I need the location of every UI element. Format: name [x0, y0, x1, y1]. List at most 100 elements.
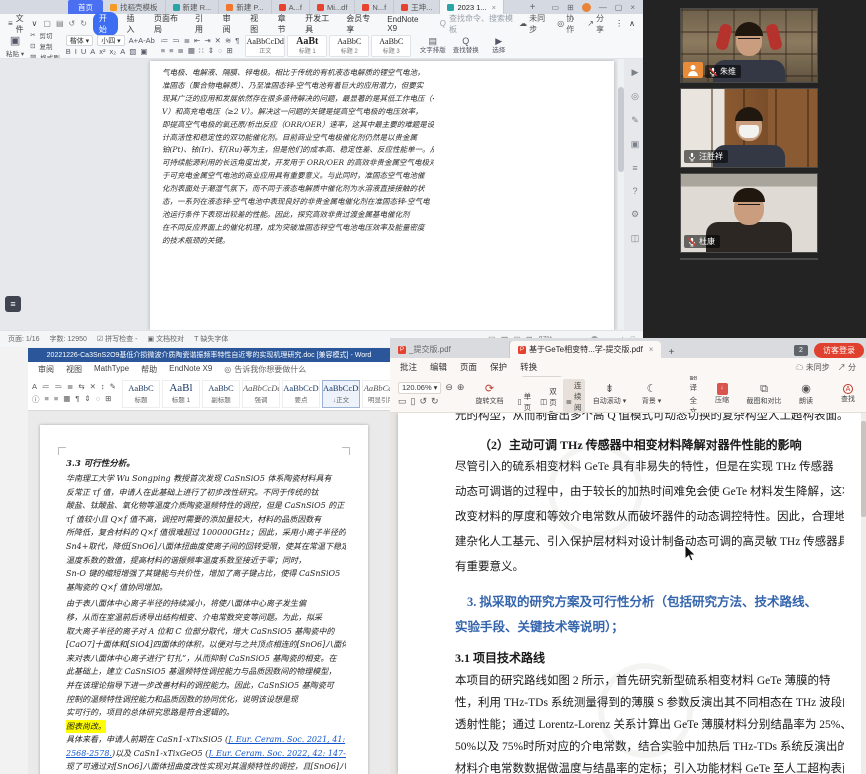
video-tile[interactable]: 张博涵 — [680, 258, 818, 260]
ribbon-tab[interactable]: 引用 — [189, 12, 215, 36]
side-tool-icon[interactable]: ▣ — [631, 139, 640, 150]
read-aloud-button[interactable]: ◉ 朗读 — [789, 383, 823, 406]
outline-pane-button[interactable]: ≡ — [5, 296, 21, 312]
word-style-preset[interactable]: AaBl 标题 1 — [162, 380, 200, 408]
format-icon[interactable]: x² — [99, 47, 105, 56]
new-tab-button[interactable]: + — [661, 347, 681, 358]
full-translate-button[interactable]: 全文翻译 — [690, 395, 698, 413]
word-ribbon-icon[interactable]: ✎ — [110, 382, 116, 391]
ribbon-tab[interactable]: 视图 — [244, 12, 270, 36]
side-tool-icon[interactable]: ✎ — [631, 115, 639, 126]
share-button[interactable]: ↗ 分 — [838, 362, 856, 373]
style-preset[interactable]: AaBt 标题 1 — [287, 35, 327, 57]
word-title-bar[interactable]: 20221226-Ca3SnS2O9基低介损微波介质陶瓷谐振频率特性自近零的实现… — [28, 348, 390, 362]
app-grid-icon[interactable]: ⊞ — [567, 3, 574, 12]
word-style-preset[interactable]: AaBbCcD 要点 — [282, 380, 320, 408]
paragraph-icon[interactable]: ≕ — [172, 36, 180, 45]
word-ribbon-icon[interactable]: ✕ — [90, 382, 96, 391]
ribbon-tab[interactable]: 会员专享 — [340, 12, 379, 36]
snapshot-compare-button[interactable]: ⧉ 截图和对比 — [747, 383, 781, 406]
word-style-preset[interactable]: AaBbC 副标题 — [202, 380, 240, 408]
ribbon-tab[interactable]: 插入 — [120, 12, 146, 36]
word-ribbon-icon[interactable]: ¶ — [75, 394, 79, 405]
video-tile[interactable]: 汪胜祥 — [680, 88, 818, 168]
ribbon-tab[interactable]: 页面布局 — [148, 12, 187, 36]
word-ribbon-icon[interactable]: ≔ — [42, 382, 50, 391]
close-button[interactable]: × — [630, 3, 635, 12]
word-ribbon-icon[interactable]: ≕ — [55, 382, 63, 391]
proofing-status[interactable]: ▣文档校对 — [147, 334, 184, 344]
font-size-select[interactable]: 小四 ▾ — [97, 35, 124, 46]
command-search[interactable]: Q查找命令、搜索模板 — [440, 13, 513, 35]
page-fit-icon[interactable]: ▯ — [411, 396, 416, 407]
quick-icon[interactable]: ▢ — [43, 19, 51, 28]
video-tile[interactable]: 杜康 — [680, 173, 818, 253]
auto-scroll-button[interactable]: ⇟ 自动滚动 ▾ — [593, 383, 627, 406]
user-avatar[interactable] — [582, 3, 591, 12]
word-ribbon-icon[interactable]: ≡ — [45, 394, 49, 405]
format-icon[interactable]: U — [81, 47, 86, 56]
paste-button[interactable]: ▣ 粘贴 ▾ — [6, 34, 24, 57]
compress-button[interactable]: ↓ 压缩 — [705, 383, 739, 405]
side-tool-icon[interactable]: ▶ — [632, 67, 639, 78]
format-icon[interactable]: I — [75, 47, 77, 56]
side-tool-icon[interactable]: ? — [632, 186, 637, 196]
paragraph-icon[interactable]: ◌ — [218, 46, 222, 55]
find-button[interactable]: A 查找 — [831, 384, 865, 404]
pdf-active-tab[interactable]: P 基于GeTe相变特...学-提交版.pdf × — [510, 341, 661, 358]
missing-fonts[interactable]: T缺失字体 — [194, 334, 228, 344]
menu-right-item[interactable]: ☁未同步 — [519, 13, 549, 35]
rotate-document-button[interactable]: ⟳ 旋转文档 — [472, 383, 506, 406]
more-menu-icon[interactable]: ⋮ — [615, 19, 623, 28]
page-fit-icon[interactable]: ↺ — [419, 396, 427, 407]
spellcheck-status[interactable]: ☑拼写检查 - — [97, 334, 138, 344]
pdf-menu-item[interactable]: 批注 — [400, 361, 417, 373]
format-icon[interactable]: A — [90, 47, 95, 56]
continuous-read-button[interactable]: ≣连续阅读 — [563, 379, 585, 414]
paragraph-icon[interactable]: ⇤ — [194, 36, 200, 45]
pdf-scrollbar[interactable] — [861, 413, 866, 774]
ribbon-tool-button[interactable]: Q 查找替换 — [450, 36, 481, 55]
zoom-level-select[interactable]: 120.06%▾ — [398, 382, 441, 394]
paragraph-icon[interactable]: ≣ — [178, 46, 184, 55]
side-tool-icon[interactable]: ◎ — [631, 91, 639, 102]
guest-login-button[interactable]: 访客登录 — [814, 343, 864, 358]
pdf-scrollbar-thumb[interactable] — [861, 421, 866, 517]
font-tool-icon[interactable]: A- — [138, 36, 146, 45]
single-page-mode-button[interactable]: ▯单页 — [514, 390, 534, 414]
wps-document-area[interactable]: 气电极、电解液、隔膜、锌电极。相比于传统的有机液态电解质的锂空气电池，准固态（聚… — [0, 59, 643, 330]
side-tool-icon[interactable]: ◫ — [631, 233, 640, 244]
font-family-select[interactable]: 楷体 ▾ — [66, 35, 93, 46]
side-tool-icon[interactable]: ⚙ — [631, 209, 639, 220]
word-ribbon-icon[interactable]: ⇆ — [78, 382, 84, 391]
word-ribbon-tab[interactable]: 帮助 — [141, 364, 157, 375]
word-ribbon-icon[interactable]: ⓘ — [32, 394, 40, 405]
copy-button[interactable]: 复制 — [40, 41, 53, 51]
format-icon[interactable]: B — [66, 47, 71, 56]
background-button[interactable]: ☾ 背景 ▾ — [635, 383, 669, 406]
minimize-button[interactable]: — — [599, 3, 607, 12]
cut-button[interactable]: 剪切 — [40, 33, 53, 40]
ribbon-tab[interactable]: 章节 — [272, 12, 298, 36]
word-ribbon-icon[interactable]: ▦ — [63, 394, 70, 405]
ribbon-tool-button[interactable]: ▶ 选择 — [483, 36, 514, 55]
double-page-mode-button[interactable]: ◫双页 ▾ — [537, 385, 560, 413]
menu-right-item[interactable]: ↗分享 — [587, 13, 609, 35]
menu-right-item[interactable]: ◎协作 — [557, 13, 579, 35]
document-page[interactable]: 气电极、电解液、隔膜、锌电极。相比于传统的有机液态电解质的锂空气电池，准固态（聚… — [150, 61, 614, 330]
pdf-menu-item[interactable]: 编辑 — [430, 361, 447, 373]
paragraph-icon[interactable]: ⊞ — [226, 46, 232, 55]
style-preset[interactable]: AaBbCcDd 正文 — [245, 35, 285, 57]
quick-icon[interactable]: ▤ — [56, 19, 64, 28]
ribbon-tab[interactable]: EndNote X9 — [381, 14, 429, 34]
pdf-menu-item[interactable]: 转换 — [520, 361, 537, 373]
word-document-area[interactable]: 3.3 可行性分析。 华南理工大学 Wu Songping 教授首次发现 CaS… — [28, 411, 390, 774]
page-number-input[interactable]: 12/31 — [522, 376, 562, 377]
side-tool-icon[interactable]: ≡ — [632, 163, 637, 173]
pdf-menu-item[interactable]: 保护 — [490, 361, 507, 373]
word-ribbon-icon[interactable]: ≡ — [54, 394, 58, 405]
style-preset[interactable]: AaBbC 标题 2 — [329, 35, 369, 57]
word-style-preset[interactable]: AaBbCcDx ↓正文 — [322, 380, 360, 408]
paragraph-icon[interactable]: ≣ — [184, 36, 190, 45]
pdf-inactive-tab[interactable]: P _提交版.pdf — [390, 341, 510, 358]
